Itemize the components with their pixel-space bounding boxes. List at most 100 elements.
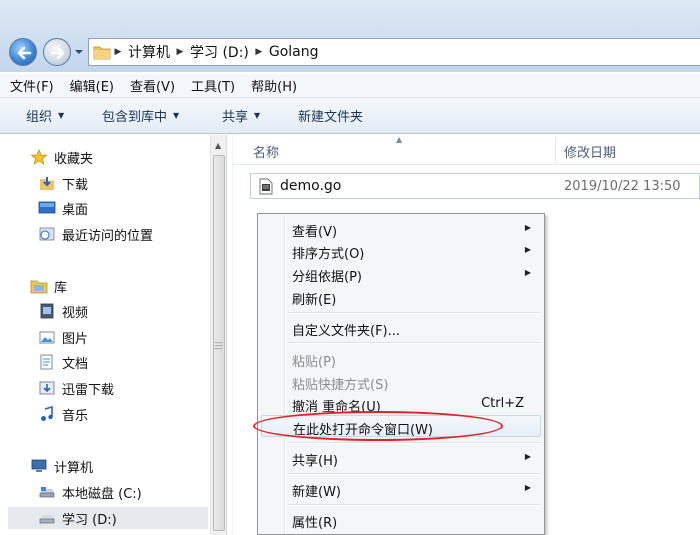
menu-view[interactable]: 查看(V) (130, 76, 175, 95)
organize-label: 组织 (26, 110, 53, 125)
include-in-library-label: 包含到库中 (102, 110, 168, 125)
desktop-icon (38, 201, 56, 214)
menu-item-customize-folder[interactable]: 自定义文件夹(F)... (261, 317, 541, 339)
nav-item-label: 视频 (62, 305, 89, 321)
menu-item-group-by[interactable]: 分组依据(P) ▶ (261, 263, 541, 285)
go-file-icon (259, 178, 273, 195)
nav-item-documents[interactable]: 文档 (38, 351, 88, 373)
menu-separator (288, 473, 540, 475)
menu-item-label: 属性(R) (292, 516, 338, 531)
pictures-library-icon (39, 331, 55, 344)
menu-item-label: 排序方式(O) (292, 247, 365, 262)
menu-item-paste-shortcut: 粘贴快捷方式(S) (261, 371, 541, 393)
nav-item-music[interactable]: 音乐 (38, 403, 88, 425)
nav-item-label: 学习 (D:) (62, 512, 117, 528)
back-button[interactable] (9, 38, 37, 66)
thunder-downloads-icon (39, 381, 55, 395)
menu-edit[interactable]: 编辑(E) (70, 76, 114, 95)
scrollbar-grip-icon: — — — (214, 338, 223, 354)
recent-pages-dropdown[interactable] (74, 48, 84, 56)
sort-ascending-icon: ▲ (396, 135, 403, 144)
file-row[interactable]: demo.go 2019/10/22 13:50 (250, 173, 700, 199)
nav-item-recent-places[interactable]: 最近访问的位置 (38, 223, 153, 245)
nav-favorites-label: 收藏夹 (54, 151, 94, 167)
new-folder-button[interactable]: 新建文件夹 (298, 106, 363, 125)
nav-item-label: 音乐 (62, 408, 89, 424)
scroll-up-icon[interactable]: ▲ (215, 141, 221, 150)
nav-item-label: 迅雷下载 (62, 382, 115, 398)
menu-file[interactable]: 文件(F) (10, 76, 54, 95)
forward-button[interactable] (43, 38, 71, 66)
menu-separator (288, 504, 540, 506)
nav-item-label: 桌面 (62, 202, 89, 218)
drive-icon (39, 515, 55, 524)
submenu-arrow-icon: ▶ (524, 223, 531, 232)
nav-item-label: 图片 (62, 331, 89, 347)
file-name: demo.go (280, 178, 342, 194)
nav-libraries[interactable]: 库 (30, 275, 67, 297)
nav-item-thunder-downloads[interactable]: 迅雷下载 (38, 377, 114, 399)
nav-item-pictures[interactable]: 图片 (38, 326, 88, 348)
menu-separator (288, 442, 540, 444)
breadcrumb-arrow-icon[interactable]: ▶ (111, 47, 125, 57)
system-drive-icon (39, 487, 55, 498)
nav-item-desktop[interactable]: 桌面 (38, 197, 88, 219)
command-toolbar: 组织 ▼ 包含到库中 ▼ 共享 ▼ 新建文件夹 (0, 98, 700, 134)
submenu-arrow-icon: ▶ (524, 245, 531, 254)
nav-item-label: 本地磁盘 (C:) (62, 486, 142, 502)
nav-item-drive-d[interactable]: 学习 (D:) (8, 507, 208, 529)
menu-tools[interactable]: 工具(T) (191, 76, 235, 95)
menu-item-sort-by[interactable]: 排序方式(O) ▶ (261, 240, 541, 262)
column-name[interactable]: 名称 (253, 142, 279, 161)
menu-item-properties[interactable]: 属性(R) (261, 509, 541, 531)
menu-item-new[interactable]: 新建(W) ▶ (261, 478, 541, 500)
nav-item-downloads[interactable]: 下载 (38, 172, 88, 194)
breadcrumb-drive-d[interactable]: 学习 (D:) (187, 42, 252, 62)
nav-item-label: 最近访问的位置 (62, 228, 154, 244)
share-label: 共享 (222, 110, 249, 125)
back-arrow-icon (17, 46, 32, 60)
navigation-scrollbar[interactable]: ▲ — — — (210, 135, 227, 535)
menu-bar: 文件(F) 编辑(E) 查看(V) 工具(T) 帮助(H) (0, 74, 700, 98)
include-in-library-button[interactable]: 包含到库中 ▼ (102, 106, 222, 125)
menu-separator (288, 312, 540, 314)
video-library-icon (40, 303, 54, 319)
submenu-arrow-icon: ▶ (524, 452, 531, 461)
column-modified-date[interactable]: 修改日期 (564, 142, 616, 161)
nav-item-drive-c[interactable]: 本地磁盘 (C:) (38, 481, 142, 503)
breadcrumb-computer[interactable]: 计算机 (125, 42, 173, 62)
nav-favorites[interactable]: 收藏夹 (30, 146, 93, 168)
organize-button[interactable]: 组织 ▼ (26, 106, 102, 125)
menu-item-shortcut: Ctrl+Z (481, 396, 524, 411)
address-bar[interactable]: ▶ 计算机 ▶ 学习 (D:) ▶ Golang (88, 38, 700, 66)
menu-item-view[interactable]: 查看(V) ▶ (261, 218, 541, 240)
menu-item-label: 查看(V) (292, 225, 338, 240)
column-divider[interactable] (555, 137, 556, 163)
file-modified-date: 2019/10/22 13:50 (564, 179, 681, 194)
menu-help[interactable]: 帮助(H) (251, 76, 297, 95)
menu-item-refresh[interactable]: 刷新(E) (261, 286, 541, 308)
nav-computer[interactable]: 计算机 (30, 455, 93, 477)
menu-item-label: 粘贴快捷方式(S) (292, 378, 389, 393)
nav-item-videos[interactable]: 视频 (38, 300, 88, 322)
nav-computer-label: 计算机 (54, 460, 94, 476)
menu-item-label: 自定义文件夹(F)... (292, 324, 401, 339)
breadcrumb-arrow-icon[interactable]: ▶ (173, 47, 187, 57)
breadcrumb-golang[interactable]: Golang (266, 44, 322, 60)
computer-icon (31, 459, 47, 472)
music-library-icon (41, 406, 53, 421)
nav-libraries-label: 库 (54, 280, 68, 296)
menu-item-share-with[interactable]: 共享(H) ▶ (261, 447, 541, 469)
downloads-folder-icon (40, 177, 54, 190)
menu-item-label: 粘贴(P) (292, 355, 336, 370)
nav-item-label: 文档 (62, 356, 89, 372)
explorer-title-bar: ▶ 计算机 ▶ 学习 (D:) ▶ Golang (0, 0, 700, 72)
forward-arrow-icon (50, 46, 65, 60)
recent-places-icon (39, 227, 55, 241)
navigation-pane: 收藏夹 下载 桌面 最近访问的位置 库 视频 图片 文档 迅雷下载 音乐 计算机… (0, 135, 210, 535)
chevron-down-icon: ▼ (173, 111, 180, 120)
column-header: ▲ 名称 修改日期 (233, 135, 700, 165)
submenu-arrow-icon: ▶ (524, 483, 531, 492)
share-button[interactable]: 共享 ▼ (222, 106, 298, 125)
breadcrumb-arrow-icon[interactable]: ▶ (252, 47, 266, 57)
